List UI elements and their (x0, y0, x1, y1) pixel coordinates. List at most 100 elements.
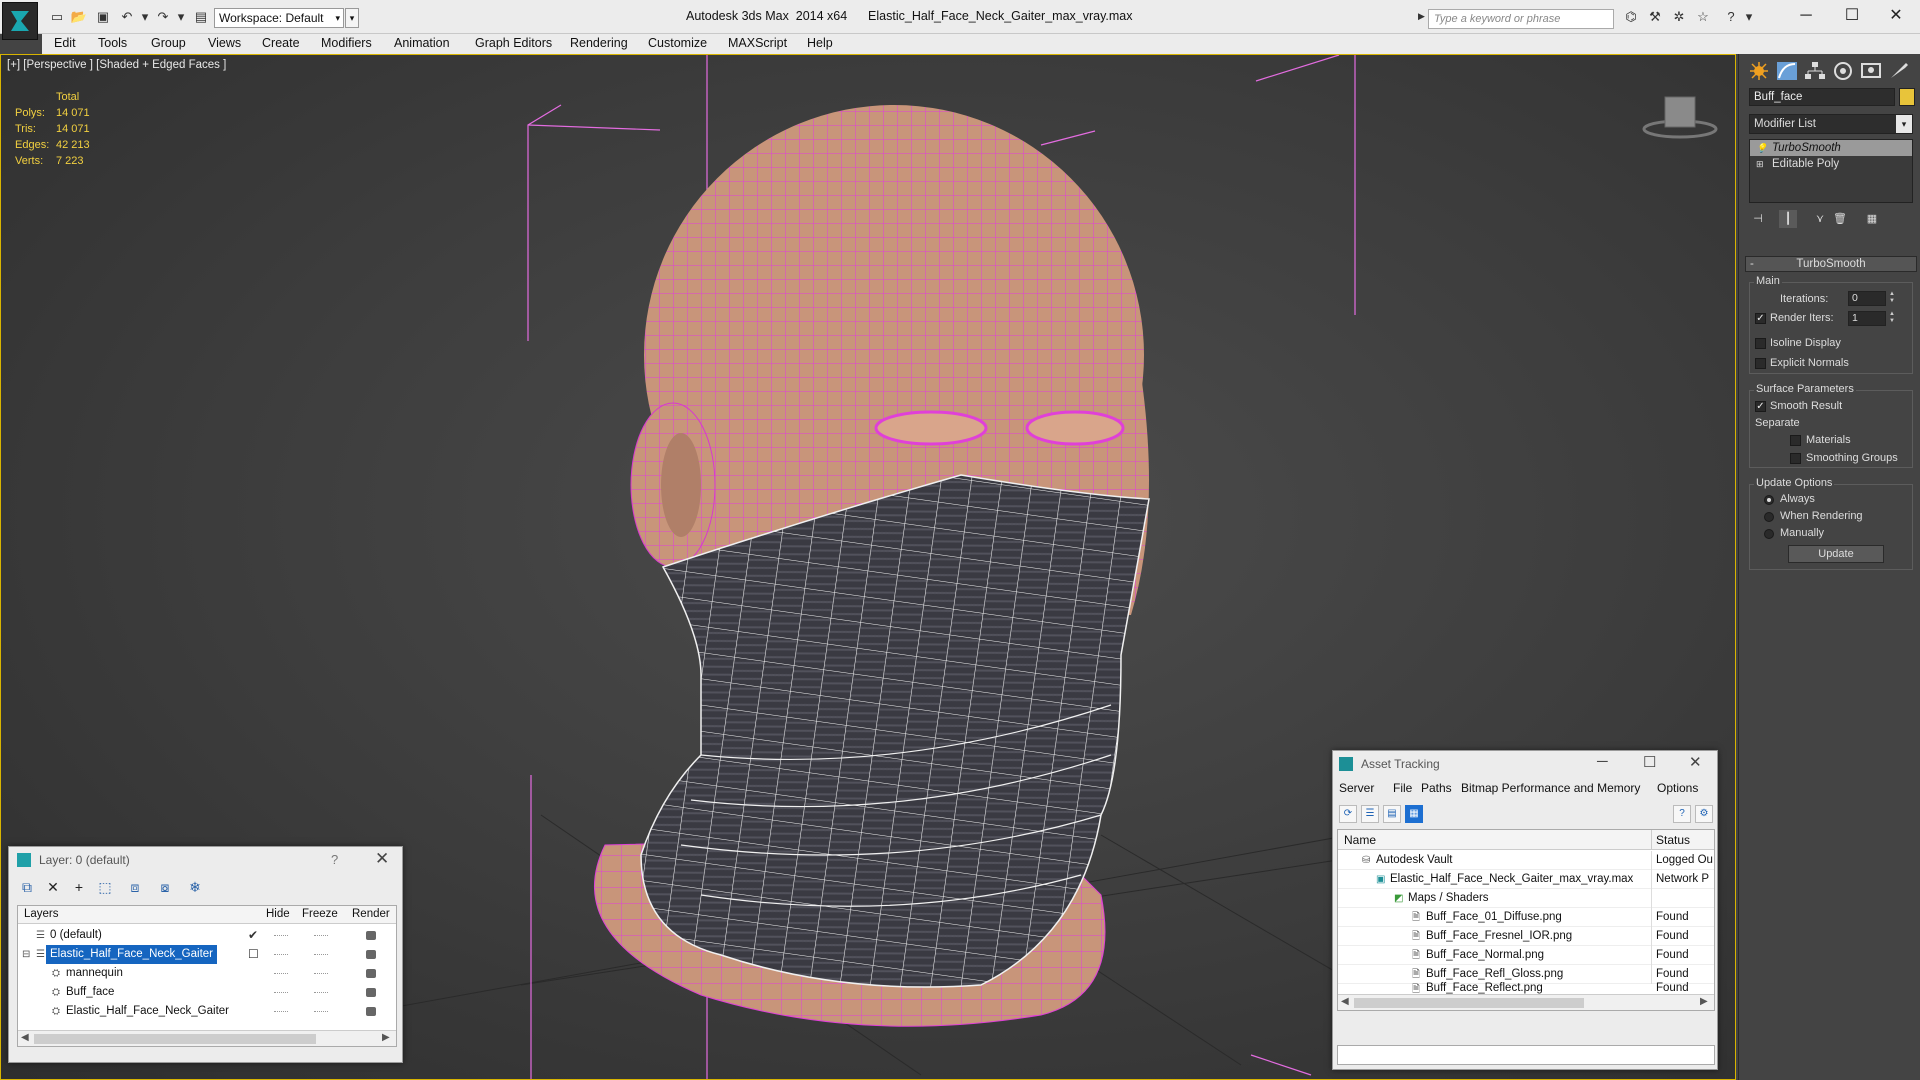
favorites-star-icon[interactable]: ☆ (1694, 9, 1712, 25)
column-header-name[interactable]: Name (1344, 833, 1376, 847)
asset-menu-options[interactable]: Options (1657, 781, 1698, 795)
modify-tab-icon[interactable] (1775, 60, 1799, 82)
column-header-freeze[interactable]: Freeze (302, 908, 338, 920)
redo-dropdown-icon[interactable]: ▾ (172, 9, 190, 25)
iterations-spinner[interactable]: 0 (1848, 291, 1886, 306)
asset-menu-bitmap-performance[interactable]: Bitmap Performance and Memory (1461, 781, 1640, 795)
configure-sets-icon[interactable]: ▦ (1863, 210, 1881, 228)
hierarchy-tab-icon[interactable] (1803, 60, 1827, 82)
binoculars-icon[interactable]: ⌬ (1622, 9, 1640, 25)
spinner-arrows-icon[interactable]: ▲ ▼ (1888, 311, 1896, 326)
scrollbar-thumb[interactable] (34, 1034, 316, 1044)
settings-icon[interactable]: ⚙ (1695, 805, 1713, 823)
spinner-arrows-icon[interactable]: ▲ ▼ (1888, 291, 1896, 306)
render-teapot-icon[interactable] (366, 931, 376, 940)
menu-animation[interactable]: Animation (394, 36, 450, 50)
column-header-hide[interactable]: Hide (266, 908, 290, 920)
undo-dropdown-icon[interactable]: ▾ (136, 9, 154, 25)
project-folder-icon[interactable]: ▤ (192, 9, 210, 25)
scrollbar-thumb[interactable] (1354, 998, 1584, 1008)
save-file-icon[interactable]: ▣ (94, 9, 112, 25)
when-rendering-radio[interactable] (1764, 512, 1774, 522)
motion-tab-icon[interactable] (1831, 60, 1855, 82)
quick-access-dropdown[interactable]: ▾ (345, 8, 359, 28)
viewport-label[interactable]: [+] [Perspective ] [Shaded + Edged Faces… (7, 59, 226, 71)
highlight-layer-icon[interactable]: ⧈ (125, 877, 145, 897)
menu-modifiers[interactable]: Modifiers (321, 36, 372, 50)
help-dropdown-icon[interactable]: ▾ (1740, 9, 1758, 25)
turbosmooth-rollout-header[interactable]: - TurboSmooth (1745, 256, 1917, 272)
close-button[interactable]: ✕ (375, 849, 389, 869)
menu-edit[interactable]: Edit (54, 36, 76, 50)
set-current-box-icon[interactable]: ☐ (248, 945, 259, 964)
hide-toggle[interactable] (274, 992, 288, 994)
freeze-toggle[interactable] (314, 973, 328, 975)
minimize-button[interactable]: ─ (1597, 753, 1608, 770)
render-iters-spinner[interactable]: 1 (1848, 311, 1886, 326)
freeze-toggle[interactable] (314, 935, 328, 937)
scroll-right-icon[interactable]: ▶ (1700, 996, 1708, 1007)
close-button[interactable]: ✕ (1876, 4, 1916, 28)
manually-radio[interactable] (1764, 529, 1774, 539)
display-tab-icon[interactable] (1859, 60, 1883, 82)
add-to-layer-icon[interactable]: + (69, 877, 89, 897)
scroll-left-icon[interactable]: ◀ (21, 1032, 29, 1043)
menu-tools[interactable]: Tools (98, 36, 127, 50)
hide-toggle[interactable] (274, 935, 288, 937)
hide-toggle[interactable] (274, 973, 288, 975)
column-header-render[interactable]: Render (352, 908, 390, 920)
asset-menu-paths[interactable]: Paths (1421, 781, 1452, 795)
delete-layer-icon[interactable]: ✕ (43, 877, 63, 897)
workspace-select[interactable]: Workspace: Default ▾ (214, 8, 344, 28)
isoline-display-checkbox[interactable] (1755, 338, 1766, 349)
menu-graph-editors[interactable]: Graph Editors (475, 36, 552, 50)
scroll-right-icon[interactable]: ▶ (382, 1032, 390, 1043)
column-header-layers[interactable]: Layers (24, 908, 59, 920)
render-teapot-icon[interactable] (366, 969, 376, 978)
asset-row[interactable]: 🗎 Buff_Face_01_Diffuse.png Found (1338, 908, 1714, 927)
asset-row[interactable]: 🗎 Buff_Face_Normal.png Found (1338, 946, 1714, 965)
menu-customize[interactable]: Customize (648, 36, 707, 50)
asset-row[interactable]: ▣ Elastic_Half_Face_Neck_Gaiter_max_vray… (1338, 870, 1714, 889)
collapse-minus-icon[interactable]: ⊟ (22, 949, 32, 960)
new-file-icon[interactable]: ▭ (48, 9, 66, 25)
make-unique-icon[interactable]: ⋎ (1811, 210, 1829, 228)
lightbulb-icon[interactable]: 💡 (1756, 143, 1767, 153)
freeze-toggle[interactable] (314, 954, 328, 956)
maximize-button[interactable]: ☐ (1832, 4, 1872, 28)
render-teapot-icon[interactable] (366, 950, 376, 959)
asset-menu-file[interactable]: File (1393, 781, 1412, 795)
undo-icon[interactable]: ↶ (118, 9, 136, 25)
modifier-list-dropdown[interactable]: Modifier List ▾ (1749, 114, 1913, 134)
asset-row[interactable]: 🗎 Buff_Face_Fresnel_IOR.png Found (1338, 927, 1714, 946)
stack-item-turbosmooth[interactable]: 💡 TurboSmooth (1750, 140, 1912, 156)
open-file-icon[interactable]: 📂 (70, 9, 88, 25)
update-button[interactable]: Update (1788, 545, 1884, 563)
menu-views[interactable]: Views (208, 36, 241, 50)
scroll-left-icon[interactable]: ◀ (1341, 996, 1349, 1007)
table-view-icon[interactable]: ▦ (1405, 805, 1423, 823)
object-color-swatch[interactable] (1899, 88, 1915, 106)
utilities-tab-icon[interactable] (1887, 60, 1911, 82)
hide-toggle[interactable] (274, 1011, 288, 1013)
detail-view-icon[interactable]: ▤ (1383, 805, 1401, 823)
help-icon[interactable]: ? (1673, 805, 1691, 823)
layer-row[interactable]: ⛭ mannequin (18, 964, 396, 983)
smooth-result-checkbox[interactable]: ✓ (1755, 401, 1766, 412)
help-icon[interactable]: ? (1722, 9, 1740, 25)
asset-row[interactable]: 🗎 Buff_Face_Reflect.png Found (1338, 982, 1714, 995)
remove-modifier-icon[interactable]: 🗑 (1831, 210, 1849, 228)
horizontal-scrollbar[interactable]: ◀ ▶ (1338, 994, 1714, 1010)
explicit-normals-checkbox[interactable] (1755, 358, 1766, 369)
freeze-toggle[interactable] (314, 1011, 328, 1013)
minimize-button[interactable]: ─ (1786, 4, 1826, 28)
pin-stack-icon[interactable]: ⊣ (1749, 210, 1767, 228)
help-button[interactable]: ? (331, 852, 338, 867)
object-name-field[interactable]: Buff_face (1749, 88, 1895, 106)
horizontal-scrollbar[interactable]: ◀ ▶ (18, 1030, 396, 1046)
menu-help[interactable]: Help (807, 36, 833, 50)
always-radio[interactable] (1764, 495, 1774, 505)
stack-item-editable-poly[interactable]: ⊞ Editable Poly (1750, 156, 1912, 172)
asset-menu-server[interactable]: Server (1339, 781, 1374, 795)
expand-plus-icon[interactable]: ⊞ (1756, 159, 1766, 169)
